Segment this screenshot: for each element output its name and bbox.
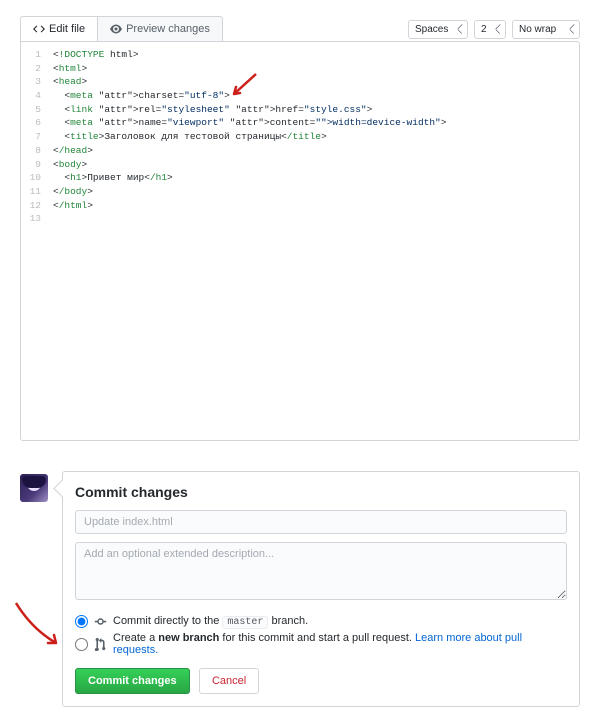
radio-new-branch-input[interactable] [75, 638, 88, 651]
git-commit-icon [94, 615, 107, 628]
git-pull-request-icon [94, 638, 107, 651]
indent-mode-select[interactable]: Spaces [408, 20, 468, 39]
branch-chip: master [222, 616, 268, 629]
annotation-arrow-editor [226, 72, 258, 100]
editor-tabs: Edit file Preview changes [20, 16, 223, 42]
tab-edit-file[interactable]: Edit file [20, 16, 97, 42]
code-content: <!DOCTYPE html><html><head> <meta "attr"… [49, 42, 579, 440]
commit-changes-button[interactable]: Commit changes [75, 668, 190, 694]
indent-size-select[interactable]: 2 [474, 20, 506, 39]
radio-commit-direct[interactable]: Commit directly to the master branch. [75, 615, 567, 628]
code-icon [33, 23, 45, 35]
wrap-select[interactable]: No wrap [512, 20, 580, 39]
cancel-button[interactable]: Cancel [199, 668, 259, 694]
commit-heading: Commit changes [75, 484, 567, 500]
commit-description-input[interactable] [75, 542, 567, 600]
radio-commit-direct-input[interactable] [75, 615, 88, 628]
line-number-gutter: 12345678910111213 [21, 42, 49, 440]
commit-summary-input[interactable] [75, 510, 567, 534]
eye-icon [110, 23, 122, 35]
avatar [20, 474, 48, 502]
commit-form: Commit changes Commit directly to the ma… [62, 471, 580, 707]
tab-edit-label: Edit file [49, 23, 85, 35]
radio-new-branch[interactable]: Create a new branch for this commit and … [75, 632, 567, 656]
annotation-arrow-commit [12, 601, 72, 649]
code-editor[interactable]: 12345678910111213 <!DOCTYPE html><html><… [20, 41, 580, 441]
tab-preview-label: Preview changes [126, 23, 210, 35]
tab-preview-changes[interactable]: Preview changes [97, 16, 223, 42]
